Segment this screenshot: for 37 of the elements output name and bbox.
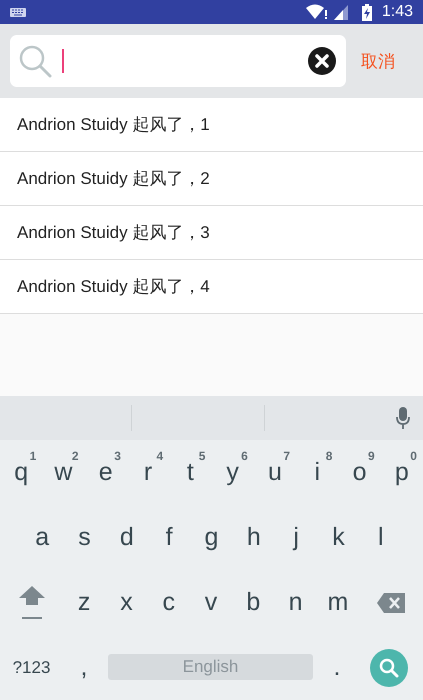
keyboard-key[interactable]: l (360, 505, 402, 570)
symbols-key[interactable]: ?123 (0, 635, 63, 700)
keyboard-key[interactable]: c (148, 570, 190, 635)
keyboard-key[interactable]: n (274, 570, 317, 635)
keyboard-key[interactable]: s (63, 505, 106, 570)
keyboard-key[interactable]: g (190, 505, 233, 570)
microphone-icon[interactable] (396, 407, 410, 429)
clear-icon[interactable] (308, 47, 336, 75)
signal-icon (334, 4, 348, 20)
keyboard-key[interactable]: d (106, 505, 148, 570)
search-key[interactable] (370, 649, 408, 687)
keyboard-key[interactable]: a (21, 505, 64, 570)
battery-charging-icon (362, 4, 372, 20)
keyboard-key[interactable]: f (148, 505, 190, 570)
keyboard-key[interactable]: x (105, 570, 148, 635)
result-item[interactable]: Andrion Stuidy 起风了，4 (0, 260, 423, 314)
keyboard-key[interactable]: z (63, 570, 106, 635)
keyboard-key[interactable]: m (316, 570, 360, 635)
comma-key[interactable]: , (63, 635, 105, 700)
keyboard-key[interactable]: j (274, 505, 318, 570)
keyboard-key[interactable]: k (317, 505, 360, 570)
keyboard-key[interactable]: h (232, 505, 275, 570)
result-item[interactable]: Andrion Stuidy 起风了，3 (0, 206, 423, 260)
status-time: 1:43 (382, 3, 413, 21)
period-key[interactable]: . (316, 635, 358, 700)
search-field[interactable] (10, 35, 346, 87)
result-item[interactable]: Andrion Stuidy 起风了，2 (0, 152, 423, 206)
keyboard-icon (10, 8, 26, 16)
search-icon (18, 44, 52, 78)
result-item[interactable]: Andrion Stuidy 起风了，1 (0, 98, 423, 152)
backspace-icon (376, 592, 405, 612)
keyboard-key[interactable]: 8 i (296, 440, 338, 505)
wifi-icon (306, 4, 328, 20)
search-icon (379, 658, 399, 678)
keyboard-key[interactable]: v (190, 570, 232, 635)
keyboard-key[interactable]: b (232, 570, 274, 635)
shift-icon (18, 586, 44, 620)
